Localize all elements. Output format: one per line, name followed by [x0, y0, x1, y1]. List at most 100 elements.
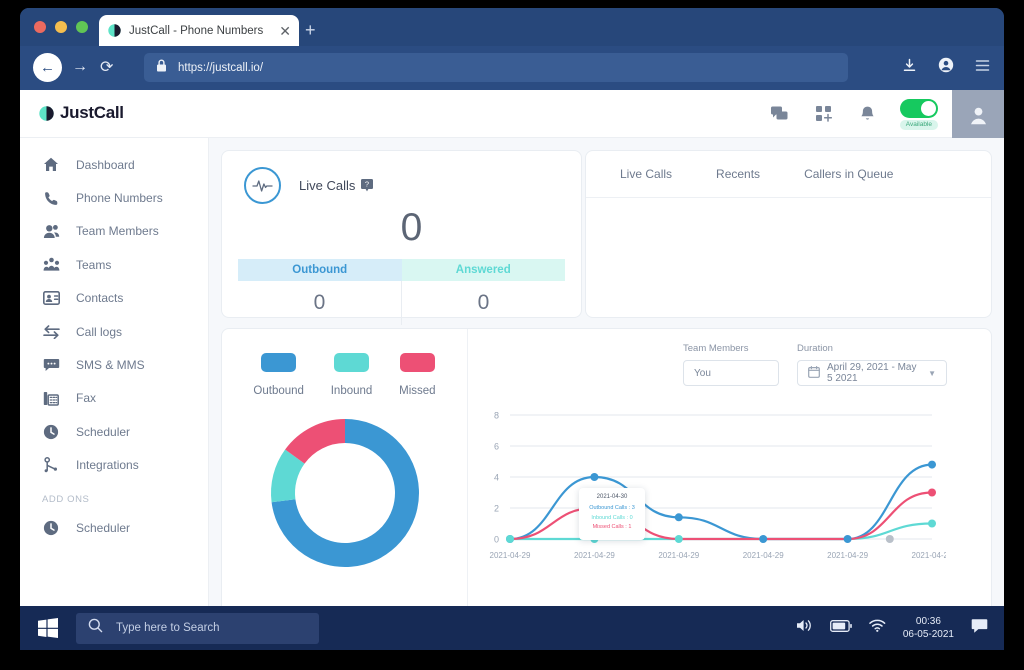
- donut-chart-pane: Outbound Inbound Missed: [222, 329, 468, 606]
- browser-tab-title: JustCall - Phone Numbers: [129, 25, 263, 37]
- contact-card-icon: [42, 291, 60, 305]
- legend-swatch: [400, 353, 435, 372]
- window-controls[interactable]: [34, 21, 88, 33]
- action-center-icon[interactable]: [971, 618, 988, 639]
- menu-icon[interactable]: [975, 59, 990, 77]
- legend-label: Missed: [399, 385, 435, 397]
- chat-icon[interactable]: [758, 105, 802, 123]
- donut-segment: [283, 457, 295, 501]
- sidebar-item-call-logs[interactable]: Call logs: [20, 315, 208, 348]
- sidebar-label: SMS & MMS: [76, 358, 145, 372]
- data-point[interactable]: [590, 473, 598, 481]
- sidebar-label: Phone Numbers: [76, 191, 163, 205]
- data-point[interactable]: [675, 535, 683, 543]
- data-point[interactable]: [928, 461, 936, 469]
- sidebar-label: Integrations: [76, 458, 139, 472]
- battery-icon[interactable]: [830, 619, 852, 637]
- legend-item-inbound: Inbound: [331, 353, 373, 397]
- download-icon[interactable]: [902, 58, 917, 78]
- screen: JustCall - Phone Numbers ✕ + ← → ⟳ https…: [0, 0, 1024, 670]
- live-calls-title: Live Calls ?: [299, 178, 373, 193]
- duration-select[interactable]: April 29, 2021 - May 5 2021 ▼: [797, 360, 947, 386]
- volume-icon[interactable]: [796, 618, 813, 638]
- sidebar-item-scheduler[interactable]: Scheduler: [20, 415, 208, 448]
- tab-outbound[interactable]: Outbound: [238, 259, 402, 281]
- data-point[interactable]: [928, 489, 936, 497]
- team-members-label: Team Members: [683, 343, 779, 354]
- close-tab-button[interactable]: ✕: [279, 24, 291, 38]
- bell-icon[interactable]: [846, 105, 890, 123]
- data-point[interactable]: [844, 535, 852, 543]
- line-chart-pane: Team Members You Duration: [468, 329, 991, 606]
- donut-svg: [265, 413, 425, 573]
- close-window-button[interactable]: [34, 21, 46, 33]
- new-tab-button[interactable]: +: [305, 21, 316, 39]
- tab-answered[interactable]: Answered: [402, 259, 566, 281]
- browser-titlebar: JustCall - Phone Numbers ✕ +: [20, 8, 1004, 46]
- wifi-icon[interactable]: [869, 619, 886, 637]
- app-header: JustCall Available: [20, 90, 1004, 138]
- minimize-window-button[interactable]: [55, 21, 67, 33]
- tooltip-date: 2021-04-30: [583, 494, 641, 500]
- sidebar-item-contacts[interactable]: Contacts: [20, 282, 208, 315]
- app-header-actions: Available: [758, 90, 1004, 138]
- address-bar[interactable]: https://justcall.io/: [144, 53, 848, 82]
- avatar[interactable]: [952, 90, 1004, 138]
- analytics-card: Outbound Inbound Missed: [221, 328, 992, 606]
- legend-item-missed: Missed: [399, 353, 435, 397]
- profile-icon[interactable]: [938, 57, 954, 78]
- sidebar-label: Teams: [76, 258, 111, 272]
- data-point[interactable]: [675, 513, 683, 521]
- x-tick-label: 2021-04-29: [827, 551, 868, 560]
- availability-control[interactable]: Available: [900, 99, 938, 130]
- browser-toolbar: ← → ⟳ https://justcall.io/: [20, 46, 1004, 90]
- clock-icon: [42, 424, 60, 440]
- help-tooltip-icon[interactable]: ?: [361, 179, 373, 192]
- sidebar-item-teams[interactable]: Teams: [20, 248, 208, 281]
- data-point[interactable]: [886, 535, 894, 543]
- status-badge: Available: [900, 120, 938, 130]
- data-point[interactable]: [759, 535, 767, 543]
- browser-tab[interactable]: JustCall - Phone Numbers ✕: [99, 15, 299, 46]
- data-point[interactable]: [506, 535, 514, 543]
- sidebar-item-sms-mms[interactable]: SMS & MMS: [20, 348, 208, 381]
- tab-recents[interactable]: Recents: [694, 151, 782, 197]
- legend-label: Inbound: [331, 385, 373, 397]
- svg-text:?: ?: [365, 180, 369, 189]
- data-point[interactable]: [928, 520, 936, 528]
- taskbar-clock[interactable]: 00:36 06-05-2021: [903, 615, 954, 642]
- taskbar-search[interactable]: Type here to Search: [76, 613, 319, 644]
- tab-callers-in-queue[interactable]: Callers in Queue: [782, 151, 915, 197]
- app-body: Dashboard Phone Numbers Team Members Tea…: [20, 138, 1004, 606]
- reload-button[interactable]: ⟳: [100, 57, 113, 77]
- sidebar-item-addon-scheduler[interactable]: Scheduler: [20, 511, 208, 544]
- sidebar: Dashboard Phone Numbers Team Members Tea…: [20, 138, 209, 606]
- live-calls-values: 0 0: [238, 281, 565, 325]
- team-members-input[interactable]: You: [683, 360, 779, 386]
- team-members-value: You: [694, 368, 711, 379]
- availability-toggle[interactable]: [900, 99, 938, 118]
- pulse-icon: [244, 167, 281, 204]
- forward-button[interactable]: →: [72, 58, 88, 76]
- answered-value: 0: [401, 281, 565, 325]
- donut-chart: [222, 413, 467, 573]
- sidebar-label: Team Members: [76, 224, 159, 238]
- line-chart-svg: 024682021-04-292021-04-292021-04-292021-…: [476, 407, 946, 567]
- live-calls-title-text: Live Calls: [299, 178, 355, 193]
- clock-icon: [42, 520, 60, 536]
- sidebar-item-phone-numbers[interactable]: Phone Numbers: [20, 181, 208, 214]
- y-tick-label: 8: [494, 411, 499, 421]
- team-group-icon: [42, 257, 60, 272]
- chevron-down-icon: ▼: [928, 369, 936, 378]
- brand-logo[interactable]: JustCall: [38, 103, 124, 123]
- maximize-window-button[interactable]: [76, 21, 88, 33]
- windows-start-button[interactable]: [20, 618, 76, 638]
- tab-live-calls[interactable]: Live Calls: [598, 151, 694, 197]
- donut-legend: Outbound Inbound Missed: [222, 353, 467, 397]
- sidebar-item-integrations[interactable]: Integrations: [20, 449, 208, 482]
- sidebar-item-dashboard[interactable]: Dashboard: [20, 148, 208, 181]
- sidebar-item-fax[interactable]: Fax: [20, 382, 208, 415]
- back-button[interactable]: ←: [33, 53, 62, 82]
- sidebar-item-team-members[interactable]: Team Members: [20, 215, 208, 248]
- apps-add-icon[interactable]: [802, 105, 846, 123]
